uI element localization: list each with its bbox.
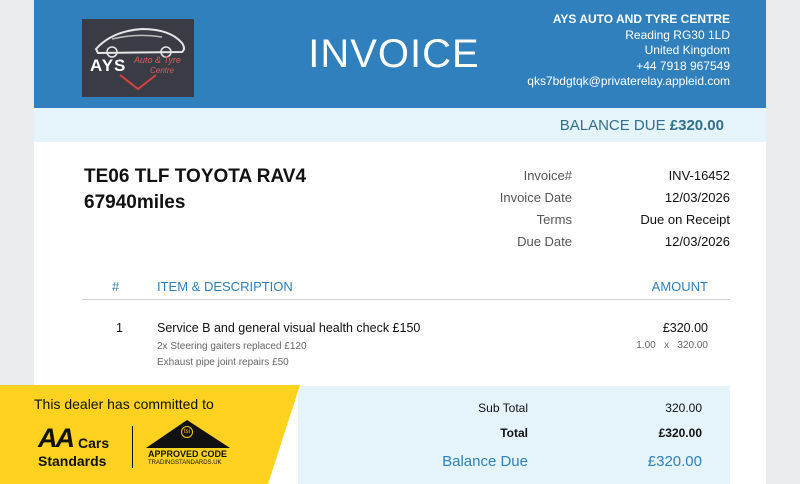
tsi-text: tsi <box>181 426 193 438</box>
logo-subtitle: Auto & Tyre <box>134 55 181 65</box>
meta-row-due-date: Due Date 12/03/2026 <box>454 230 730 252</box>
balance-due-label: BALANCE DUE <box>559 117 666 134</box>
meta-label: Terms <box>536 211 572 227</box>
page-title: INVOICE <box>308 32 480 76</box>
meta-value: 12/03/2026 <box>664 189 730 205</box>
company-name: AYS AUTO AND TYRE CENTRE <box>552 12 730 26</box>
invoice-header: AYS Auto & Tyre Centre INVOICE AYS AUTO … <box>34 0 766 108</box>
subtotal-label: Sub Total <box>478 401 528 415</box>
balance-due: BALANCE DUE £320.00 <box>560 117 724 134</box>
row-number: 1 <box>116 321 123 335</box>
balance-due-bar: BALANCE DUE £320.00 <box>34 108 766 142</box>
row-description-line: Exhaust pipe joint repairs £50 <box>157 357 289 368</box>
vehicle-reg-model: TE06 TLF TOYOTA RAV4 <box>84 166 307 187</box>
row-rate: 320.00 <box>677 340 708 351</box>
company-email: qks7bdgtqk@privaterelay.appleid.com <box>527 74 730 88</box>
badge-committed-text: This dealer has committed to <box>34 396 214 412</box>
vehicle-info: TE06 TLF TOYOTA RAV4 67940miles <box>84 164 306 216</box>
balance-due-total-value: £320.00 <box>647 453 702 470</box>
meta-value: Due on Receipt <box>640 211 730 227</box>
table-header: # ITEM & DESCRIPTION AMOUNT <box>82 276 730 300</box>
balance-due-total-label: Balance Due <box>442 453 528 470</box>
aa-standards-text: Standards <box>38 453 107 469</box>
meta-row-terms: Terms Due on Receipt <box>454 208 730 230</box>
meta-row-invoice-number: Invoice# INV-16452 <box>454 164 730 186</box>
row-item-title: Service B and general visual health chec… <box>157 321 421 335</box>
logo-text: AYS <box>90 56 127 75</box>
row-quantity-rate: 1.00 x 320.00 <box>636 340 708 351</box>
row-times: x <box>664 340 670 351</box>
totals-panel: Sub Total 320.00 Total £320.00 Balance D… <box>298 386 730 484</box>
approved-code-site: TRADINGSTANDARDS.UK <box>148 460 222 466</box>
meta-label: Invoice# <box>523 167 572 183</box>
row-description-line: 2x Steering gaiters replaced £120 <box>157 341 307 352</box>
invoice-meta: Invoice# INV-16452 Invoice Date 12/03/20… <box>454 164 730 252</box>
row-item-description: 2x Steering gaiters replaced £120 Exhaus… <box>157 339 307 371</box>
table-row: 1 Service B and general visual health ch… <box>82 318 730 378</box>
meta-value: INV-16452 <box>668 167 730 183</box>
subtotal-value: 320.00 <box>665 401 702 415</box>
balance-due-amount: £320.00 <box>669 117 724 134</box>
column-header-item: ITEM & DESCRIPTION <box>157 279 293 294</box>
company-logo: AYS Auto & Tyre Centre <box>82 19 194 97</box>
column-header-number: # <box>112 279 120 294</box>
row-quantity: 1.00 <box>636 340 656 351</box>
logo-subtitle-2: Centre <box>150 66 175 75</box>
company-country: United Kingdom <box>644 43 730 57</box>
aa-logo-text: AA <box>38 423 75 453</box>
meta-value: 12/03/2026 <box>664 233 730 249</box>
row-amount: £320.00 <box>662 321 708 335</box>
total-label: Total <box>500 426 528 440</box>
column-header-amount: AMOUNT <box>651 279 708 294</box>
meta-label: Invoice Date <box>499 189 572 205</box>
total-value: £320.00 <box>658 426 702 440</box>
meta-row-invoice-date: Invoice Date 12/03/2026 <box>454 186 730 208</box>
company-address: Reading RG30 1LD <box>625 27 730 42</box>
company-phone: +44 7918 967549 <box>636 58 730 73</box>
meta-label: Due Date <box>517 233 572 249</box>
vehicle-mileage: 67940miles <box>84 192 186 213</box>
approved-code-text: APPROVED CODE <box>148 449 228 459</box>
badge-divider <box>132 426 133 468</box>
aa-cars-text: Cars <box>78 435 110 451</box>
company-details: AYS AUTO AND TYRE CENTRE Reading RG30 1L… <box>510 12 730 90</box>
